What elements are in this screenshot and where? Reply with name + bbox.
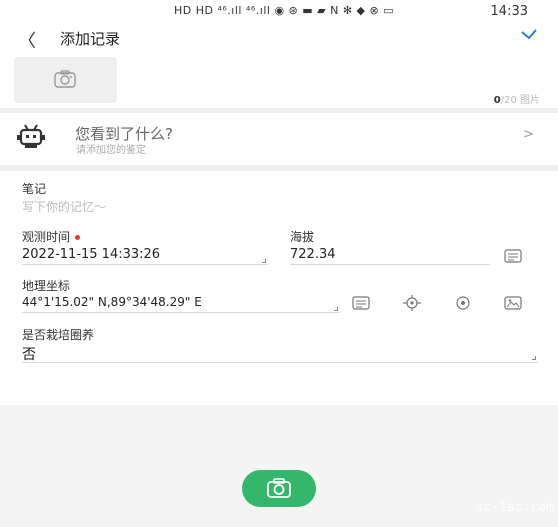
status-bar: HD HD ⁴⁶.ıll ⁴⁶.ıll ◉ ⊛ ▬ ▰ N ✻ ◆ ⊗ ▭ 14… xyxy=(0,0,558,24)
page-title: 添加记录 xyxy=(60,30,121,48)
coordinates-field[interactable]: 44°1'15.02" N,89°34'48.29" E xyxy=(22,295,202,309)
divider xyxy=(22,264,268,265)
camera-icon xyxy=(267,478,291,498)
coordinates-label: 地理坐标 xyxy=(22,279,71,293)
copy-coordinates-icon[interactable] xyxy=(352,296,370,310)
dropdown-corner xyxy=(262,259,266,263)
status-time: 14:33 xyxy=(490,4,528,19)
watermark: sc-lac.com xyxy=(475,500,554,515)
divider xyxy=(290,264,490,265)
record-form: 笔记 写下你的记忆～ 观测时间 2022-11-15 14:33:26 海拔 7… xyxy=(0,171,558,405)
camera-button[interactable] xyxy=(242,470,316,507)
notes-input[interactable]: 写下你的记忆～ xyxy=(22,198,106,215)
status-icons: HD HD ⁴⁶.ıll ⁴⁶.ıll ◉ ⊛ ▬ ▰ N ✻ ◆ ⊗ ▭ xyxy=(174,4,395,17)
copy-icon[interactable] xyxy=(504,249,522,263)
captive-label: 是否栽培圈养 xyxy=(22,328,95,342)
chevron-right-icon: > xyxy=(523,127,534,142)
divider xyxy=(22,312,340,313)
dropdown-corner xyxy=(532,356,536,360)
robot-icon xyxy=(17,124,45,148)
altitude-label: 海拔 xyxy=(290,230,315,244)
crosshair-locate-icon[interactable] xyxy=(402,294,422,312)
required-dot xyxy=(75,235,81,240)
photo-count: 0/20 图片 xyxy=(493,95,540,106)
identification-row[interactable]: 您看到了什么? 请添加您的鉴定 > xyxy=(0,113,558,165)
notes-label: 笔记 xyxy=(22,182,47,196)
back-icon[interactable]: 〈 xyxy=(18,27,36,53)
observation-time-label: 观测时间 xyxy=(22,228,81,245)
identification-subtitle: 请添加您的鉴定 xyxy=(76,145,146,156)
observation-time-field[interactable]: 2022-11-15 14:33:26 xyxy=(22,247,160,262)
altitude-field[interactable]: 722.34 xyxy=(290,247,336,262)
dropdown-corner xyxy=(334,307,338,311)
app-bar: 〈 添加记录 xyxy=(0,24,558,52)
check-icon[interactable] xyxy=(520,26,538,45)
add-photo-button[interactable] xyxy=(14,57,117,103)
captive-select[interactable]: 否 xyxy=(22,344,36,364)
photo-section: 0/20 图片 xyxy=(0,52,558,108)
divider xyxy=(22,362,538,363)
camera-add-icon xyxy=(54,70,76,88)
current-location-icon[interactable] xyxy=(454,295,472,311)
map-pick-icon[interactable] xyxy=(504,295,522,311)
